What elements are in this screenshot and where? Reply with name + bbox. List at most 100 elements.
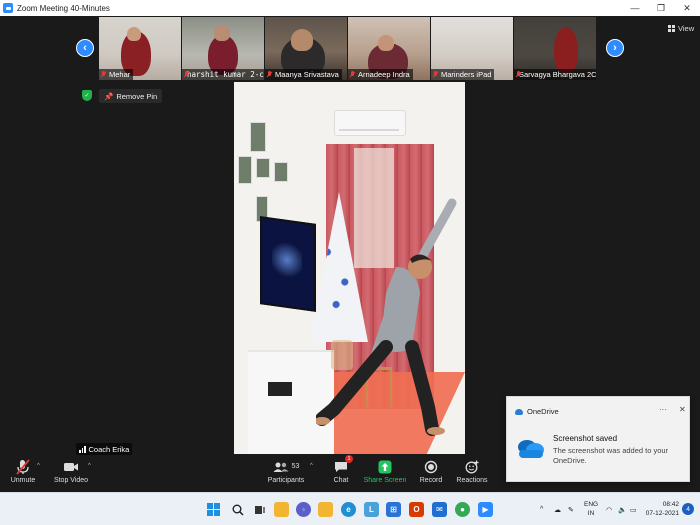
more-options-button[interactable]: ···: [659, 405, 667, 414]
participant-name: Mehar: [109, 70, 131, 79]
participants-caret-icon[interactable]: ^: [310, 463, 313, 469]
remove-pin-button[interactable]: 📌 Remove Pin: [99, 89, 163, 103]
view-label: View: [678, 24, 695, 33]
pen-icon[interactable]: ✎: [568, 493, 574, 525]
system-clock[interactable]: 08:42 07-12-2021: [645, 500, 679, 518]
participant-name: Arnadeep Indra: [358, 70, 410, 79]
participant-tile[interactable]: Marinders iPad: [431, 17, 513, 80]
participant-face: [127, 27, 141, 41]
windows-taskbar: ◦ e L ⊞ O ✉ ● ▶ ^ ☁ ✎ ENG IN ◠ 🔈 ▭ 08:42…: [0, 492, 700, 525]
cloud-sync-icon[interactable]: ☁: [554, 493, 561, 525]
gallery-prev-button[interactable]: ‹: [76, 39, 94, 57]
unmute-label: Unmute: [10, 477, 36, 484]
share-screen-button[interactable]: Share Screen: [363, 458, 407, 490]
chevron-left-icon: ‹: [83, 42, 87, 54]
office-icon[interactable]: O: [409, 502, 424, 517]
chevron-right-icon: ›: [613, 42, 617, 54]
zoom-meeting-screen: Zoom Meeting 40-Minutes — ❐ ✕ ‹ Mehar ha…: [0, 0, 700, 525]
task-view-icon[interactable]: [252, 502, 267, 517]
store-icon[interactable]: ⊞: [386, 502, 401, 517]
speaker-name: Coach Erika: [88, 444, 130, 454]
participant-name: Maanya Srivastava: [275, 70, 339, 79]
participants-button[interactable]: 53 Participants: [268, 458, 304, 490]
security-shield-icon[interactable]: ✓: [82, 90, 92, 101]
volume-icon[interactable]: 🔈: [618, 493, 627, 525]
gallery-next-button[interactable]: ›: [606, 39, 624, 57]
muted-mic-icon: [433, 71, 438, 78]
participant-face: [214, 25, 230, 41]
yoga-instructor: [314, 197, 464, 447]
chat-unread-badge: 1: [345, 455, 353, 463]
video-options-caret-icon[interactable]: ^: [88, 463, 91, 469]
wall-photo-frames: [238, 122, 296, 222]
notification-center-badge[interactable]: 4: [682, 503, 694, 515]
notification-title: Screenshot saved: [553, 434, 618, 443]
share-screen-label: Share Screen: [363, 477, 407, 484]
file-manager-icon[interactable]: [318, 502, 333, 517]
record-button[interactable]: Record: [418, 458, 444, 490]
reactions-label: Reactions: [456, 477, 488, 484]
remove-pin-label: Remove Pin: [116, 91, 158, 101]
share-screen-icon: [378, 458, 392, 475]
participant-face: [378, 35, 394, 51]
participant-tile[interactable]: Mehar: [99, 17, 181, 80]
muted-mic-icon: [267, 71, 272, 78]
teams-icon[interactable]: ◦: [296, 502, 311, 517]
participant-tile[interactable]: harshit kumar 2-c: [182, 17, 264, 80]
minimize-button[interactable]: —: [622, 0, 648, 16]
active-speaker-label: Coach Erika: [76, 443, 133, 455]
participants-icon: [273, 462, 289, 472]
muted-mic-icon: [101, 71, 106, 78]
lenovo-vantage-icon[interactable]: L: [364, 502, 379, 517]
participant-tile[interactable]: Arnadeep Indra: [348, 17, 430, 80]
pin-icon: 📌: [104, 91, 114, 101]
stop-video-button[interactable]: Stop Video: [54, 458, 88, 490]
unmute-button[interactable]: Unmute: [10, 458, 36, 490]
audio-options-caret-icon[interactable]: ^: [37, 463, 40, 469]
chat-button[interactable]: 1 Chat: [330, 455, 353, 490]
chrome-icon[interactable]: ●: [455, 502, 470, 517]
mail-icon[interactable]: ✉: [432, 502, 447, 517]
window-title: Zoom Meeting 40-Minutes: [17, 3, 110, 13]
participant-tile[interactable]: Sarvagya Bhargava 2C: [514, 17, 596, 80]
audio-level-icon: [79, 445, 86, 453]
participants-label: Participants: [267, 477, 305, 484]
wall-tv: [260, 216, 316, 312]
search-icon[interactable]: [230, 502, 245, 517]
record-icon: [424, 458, 438, 475]
reactions-button[interactable]: Reactions: [456, 458, 488, 490]
language-code: ENG: [584, 501, 599, 508]
zoom-icon[interactable]: ▶: [478, 502, 493, 517]
edge-icon[interactable]: e: [341, 502, 356, 517]
clock-time: 08:42: [662, 501, 679, 508]
participant-name: Marinders iPad: [441, 70, 492, 79]
show-hidden-icons-chevron-icon[interactable]: ^: [540, 493, 543, 525]
stop-video-label: Stop Video: [53, 477, 89, 484]
notification-body: The screenshot was added to your OneDriv…: [553, 446, 669, 465]
grid-view-icon: [668, 25, 675, 32]
restore-button[interactable]: ❐: [648, 0, 674, 16]
wifi-icon[interactable]: ◠: [606, 493, 612, 525]
reactions-smiley-icon: [465, 458, 479, 475]
close-notification-button[interactable]: ✕: [679, 405, 686, 414]
participant-name: Sarvagya Bhargava 2C: [519, 70, 596, 79]
windows-start-icon[interactable]: [206, 502, 221, 517]
close-window-button[interactable]: ✕: [674, 0, 700, 16]
input-language-indicator[interactable]: ENG IN: [584, 500, 598, 518]
participant-tile[interactable]: Maanya Srivastava: [265, 17, 347, 80]
notification-app-name: OneDrive: [527, 407, 559, 416]
participant-video: [554, 27, 578, 73]
battery-icon[interactable]: ▭: [630, 493, 637, 525]
onedrive-notification[interactable]: OneDrive ··· ✕ Screenshot saved The scre…: [506, 396, 690, 482]
video-camera-icon: [63, 458, 79, 475]
view-button[interactable]: View: [668, 24, 694, 33]
onedrive-small-icon: [515, 408, 523, 415]
participant-face: [291, 29, 313, 51]
participant-gallery: Mehar harshit kumar 2-c Maanya Srivastav…: [99, 17, 599, 80]
file-explorer-icon[interactable]: [274, 502, 289, 517]
chat-icon: 1: [334, 455, 353, 475]
region-code: IN: [587, 510, 595, 517]
title-bar: Zoom Meeting 40-Minutes — ❐ ✕: [0, 0, 700, 16]
air-conditioner: [334, 110, 406, 136]
onedrive-cloud-icon: [515, 437, 545, 459]
